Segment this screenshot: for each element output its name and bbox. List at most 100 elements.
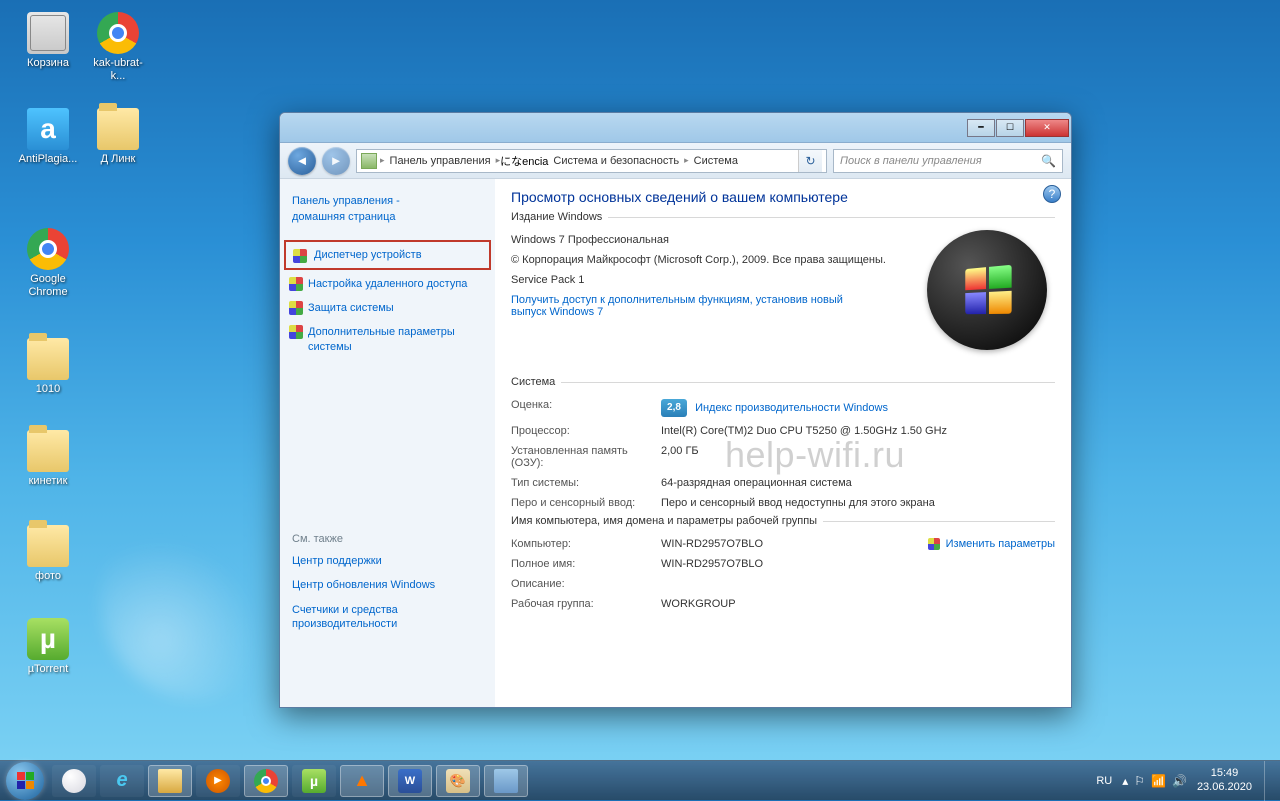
taskbar-chrome-button[interactable]	[244, 765, 288, 797]
sidebar-home-link[interactable]: Панель управления -	[280, 189, 495, 210]
sidebar-device-manager-link[interactable]: Диспетчер устройств	[284, 240, 491, 270]
sidebar-link-label: Диспетчер устройств	[314, 249, 422, 261]
taskbar-word-button[interactable]: W	[388, 765, 432, 797]
icon-label: фото	[18, 570, 78, 583]
sidebar-advanced-link[interactable]: Дополнительные параметры системы	[280, 320, 495, 359]
taskbar-paint-button[interactable]	[436, 765, 480, 797]
system-group: Система Оценка: 2,8 Индекс производитель…	[511, 382, 1055, 513]
folder-icon	[27, 525, 69, 567]
folder-icon	[27, 338, 69, 380]
chrome-icon	[97, 12, 139, 54]
label: Полное имя:	[511, 558, 661, 570]
show-desktop-button[interactable]	[1264, 761, 1274, 801]
folder-icon	[27, 430, 69, 472]
flag-icon[interactable]: ⚐	[1134, 774, 1145, 788]
ie-icon: e	[110, 769, 134, 793]
desktop-icon-utorrent[interactable]: µ µTorrent	[18, 618, 78, 676]
search-placeholder: Поиск в панели управления	[840, 155, 982, 167]
breadcrumb-segment[interactable]: Панель управления	[385, 155, 496, 167]
label: Тип системы:	[511, 477, 661, 489]
link-label: Изменить параметры	[946, 538, 1055, 550]
date-text: 23.06.2020	[1197, 781, 1252, 795]
computer-icon	[361, 153, 377, 169]
desktop-icon-folder-kinetik[interactable]: кинетик	[18, 430, 78, 488]
icon-label: кинетик	[18, 475, 78, 488]
pen-touch-row: Перо и сенсорный ввод: Перо и сенсорный …	[511, 493, 1055, 513]
upgrade-link[interactable]: Получить доступ к дополнительным функция…	[511, 290, 871, 322]
taskbar-ie-button[interactable]: e	[100, 765, 144, 797]
start-button[interactable]	[6, 762, 44, 800]
search-input[interactable]: Поиск в панели управления 🔍	[833, 149, 1063, 173]
shield-icon	[293, 249, 307, 263]
desktop-icon-chrome-shortcut[interactable]: kak-ubrat-k...	[88, 12, 148, 83]
change-settings-link[interactable]: Изменить параметры	[928, 538, 1055, 550]
recycle-bin-icon	[27, 12, 69, 54]
taskbar-vlc-button[interactable]: ▲	[340, 765, 384, 797]
sidebar-windows-update-link[interactable]: Центр обновления Windows	[280, 573, 495, 597]
sidebar-protection-link[interactable]: Защита системы	[280, 296, 495, 320]
performance-index-link[interactable]: Индекс производительности Windows	[695, 402, 888, 414]
sidebar-action-center-link[interactable]: Центр поддержки	[280, 549, 495, 573]
language-indicator[interactable]: RU	[1096, 775, 1112, 787]
folder-icon	[97, 108, 139, 150]
system-tray: RU ▴ ⚐ 📶 🔊 15:49 23.06.2020	[1096, 767, 1260, 795]
desktop-icon-folder-photo[interactable]: фото	[18, 525, 78, 583]
desktop: Корзина kak-ubrat-k... a AntiPlagia... Д…	[0, 0, 1280, 800]
value: Intel(R) Core(TM)2 Duo CPU T5250 @ 1.50G…	[661, 425, 1055, 437]
search-icon[interactable]: 🔍	[1041, 154, 1056, 168]
cpu-row: Процессор: Intel(R) Core(TM)2 Duo CPU T5…	[511, 421, 1055, 441]
value: 2,00 ГБ	[661, 445, 1055, 469]
titlebar[interactable]: ━ ☐ ✕	[280, 113, 1071, 143]
desktop-icon-folder-dlink[interactable]: Д Линк	[88, 108, 148, 166]
desktop-icon-google-chrome[interactable]: Google Chrome	[18, 228, 78, 299]
taskbar-yandex-button[interactable]	[52, 765, 96, 797]
system-properties-window: ━ ☐ ✕ ◄ ► ▸ Панель управления ▸ になenciaС…	[279, 112, 1072, 708]
taskbar-wmp-button[interactable]: ▶	[196, 765, 240, 797]
maximize-button[interactable]: ☐	[996, 119, 1024, 137]
taskbar-utorrent-button[interactable]: µ	[292, 765, 336, 797]
utorrent-icon: µ	[27, 618, 69, 660]
network-icon[interactable]: 📶	[1151, 774, 1166, 788]
breadcrumb-segment[interactable]: Система и безопасность	[548, 155, 684, 167]
breadcrumb[interactable]: ▸ Панель управления ▸ になenciaСистема и б…	[356, 149, 827, 173]
value: WIN-RD2957O7BLO	[661, 558, 1055, 570]
shield-icon	[289, 277, 303, 291]
window-buttons: ━ ☐ ✕	[967, 119, 1069, 137]
label: Перо и сенсорный ввод:	[511, 497, 661, 509]
volume-icon[interactable]: 🔊	[1172, 774, 1187, 788]
sidebar-home-link[interactable]: домашняя страница	[280, 210, 495, 229]
windows-flag-icon	[17, 772, 34, 789]
sidebar-performance-link[interactable]: Счетчики и средства производительности	[280, 598, 495, 637]
clock[interactable]: 15:49 23.06.2020	[1197, 767, 1252, 795]
full-name-row: Полное имя: WIN-RD2957O7BLO	[511, 554, 1055, 574]
taskbar-control-panel-button[interactable]	[484, 765, 528, 797]
wallpaper-effect	[100, 500, 300, 700]
tray-icons[interactable]: ▴ ⚐ 📶 🔊	[1122, 774, 1187, 788]
windows-edition-group: Издание Windows Windows 7 Профессиональн…	[511, 217, 1055, 358]
rating-badge: 2,8	[661, 399, 687, 417]
sidebar-link-label: Защита системы	[308, 302, 394, 314]
ram-row: Установленная память (ОЗУ): 2,00 ГБ	[511, 441, 1055, 473]
minimize-button[interactable]: ━	[967, 119, 995, 137]
tray-up-icon[interactable]: ▴	[1122, 774, 1128, 788]
nav-forward-button[interactable]: ►	[322, 147, 350, 175]
desktop-icon-folder-1010[interactable]: 1010	[18, 338, 78, 396]
control-panel-icon	[494, 769, 518, 793]
help-icon[interactable]: ?	[1043, 185, 1061, 203]
sidebar-remote-link[interactable]: Настройка удаленного доступа	[280, 272, 495, 296]
close-button[interactable]: ✕	[1025, 119, 1069, 137]
taskbar-explorer-button[interactable]	[148, 765, 192, 797]
sidebar: Панель управления - домашняя страница Ди…	[280, 179, 495, 707]
taskbar: e ▶ µ ▲ W RU ▴ ⚐ 📶 🔊 15:49 23.06.2020	[0, 760, 1280, 800]
icon-label: Корзина	[18, 57, 78, 70]
label: Процессор:	[511, 425, 661, 437]
nav-back-button[interactable]: ◄	[288, 147, 316, 175]
value: WIN-RD2957O7BLO	[661, 538, 928, 550]
paint-icon	[446, 769, 470, 793]
sidebar-link-label: Настройка удаленного доступа	[308, 278, 467, 290]
breadcrumb-segment[interactable]: Система	[689, 155, 743, 167]
refresh-button[interactable]: ↻	[798, 150, 822, 172]
wmp-icon: ▶	[206, 769, 230, 793]
desktop-icon-recycle-bin[interactable]: Корзина	[18, 12, 78, 70]
desktop-icon-antiplagiat[interactable]: a AntiPlagia...	[18, 108, 78, 166]
